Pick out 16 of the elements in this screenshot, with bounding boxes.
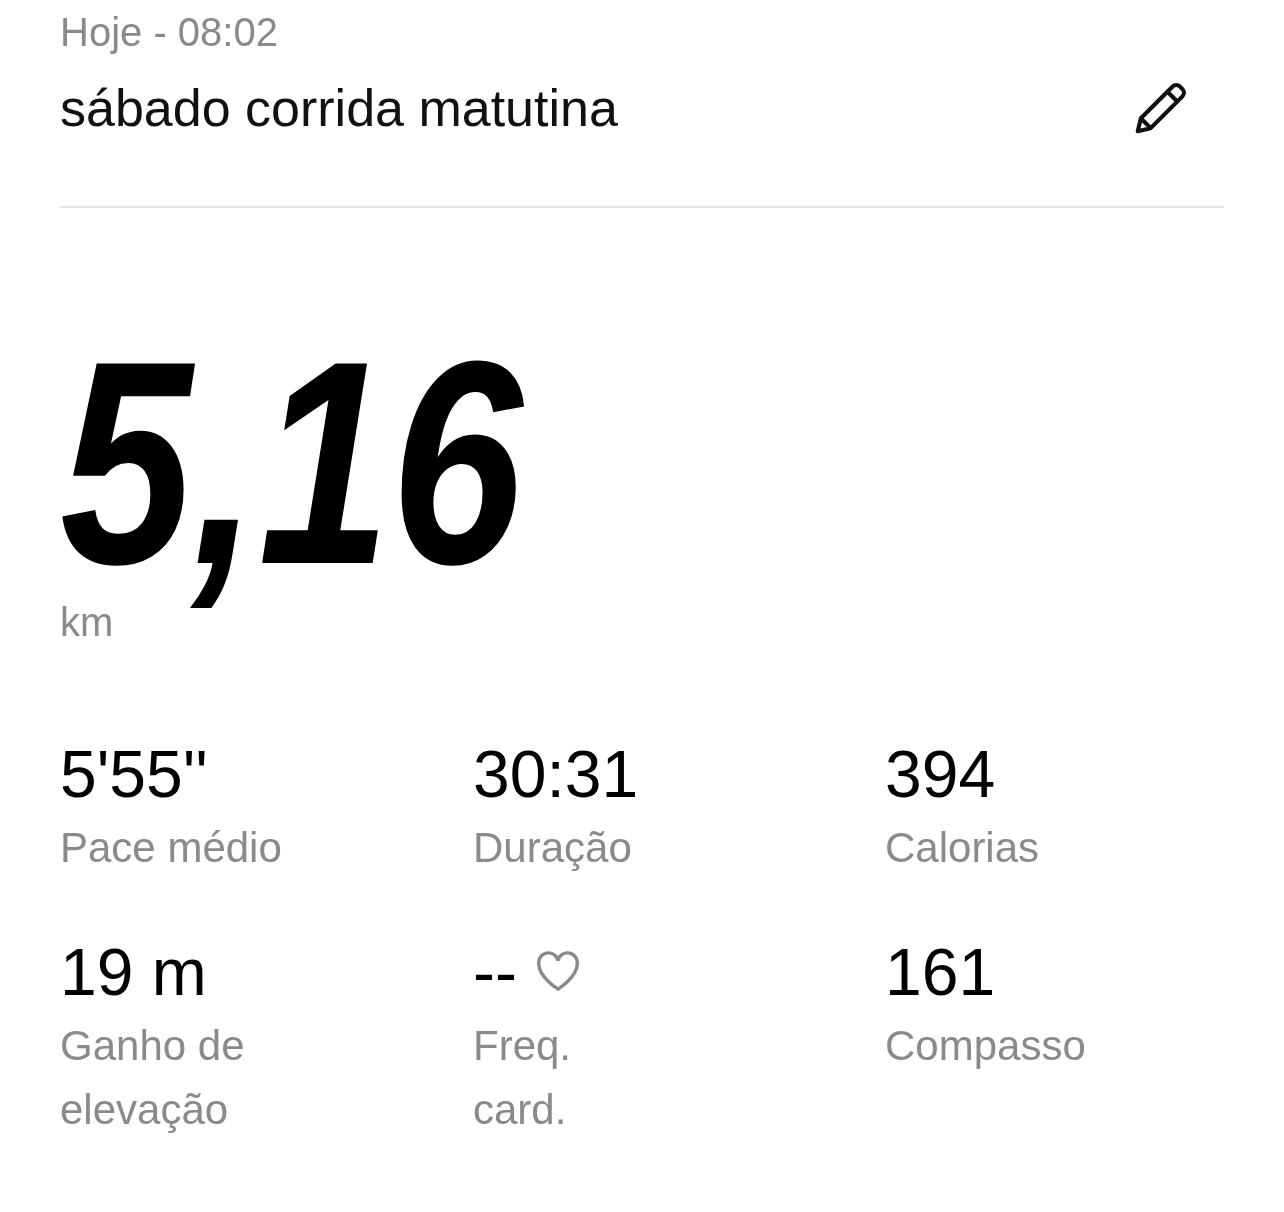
- stat-label: Compasso: [885, 1021, 1087, 1071]
- heart-icon: [534, 951, 581, 993]
- stat-value: 161: [885, 934, 996, 1010]
- stat-value: 394: [885, 736, 996, 812]
- stat-label: Calorias: [885, 823, 1041, 873]
- stat-value: 19 m: [60, 934, 207, 1010]
- stat-label: Duração: [473, 823, 633, 873]
- activity-date: Hoje - 08:02: [60, 9, 279, 56]
- stat-value: 5'55'': [60, 736, 208, 812]
- distance-unit: km: [60, 600, 114, 646]
- stat-label: Pace médio: [60, 823, 283, 873]
- stat-label: Freq. card.: [473, 1021, 573, 1135]
- stat-value: --: [473, 934, 517, 1010]
- stat-label: Ganho de elevação: [60, 1021, 246, 1135]
- activity-title: sábado corrida matutina: [60, 78, 618, 139]
- stat-value: 30:31: [473, 736, 639, 812]
